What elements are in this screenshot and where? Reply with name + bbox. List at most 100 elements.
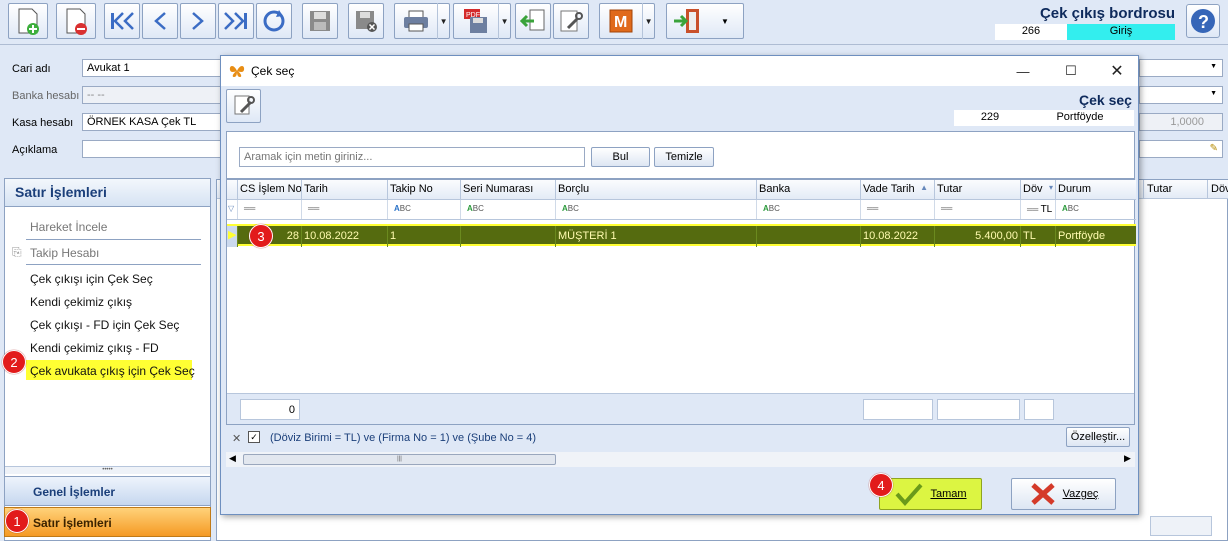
maximize-button[interactable]: ☐ bbox=[1048, 56, 1094, 86]
last-record-button[interactable] bbox=[218, 3, 254, 39]
ok-label: Tamam bbox=[930, 488, 967, 500]
temizle-button[interactable]: Temizle bbox=[654, 147, 714, 167]
cancel-label: Vazgeç bbox=[1062, 488, 1099, 500]
filter-dov-value: TL bbox=[1040, 204, 1053, 215]
next-icon bbox=[192, 12, 204, 30]
kasa-field[interactable]: ÖRNEK KASA Çek TL bbox=[82, 113, 227, 131]
refresh-button[interactable] bbox=[256, 3, 292, 39]
splitter-handle[interactable]: ••••• bbox=[5, 466, 210, 474]
search-input[interactable] bbox=[239, 147, 585, 167]
cell-tutar: 5.400,00 bbox=[935, 226, 1021, 247]
pdf-button[interactable]: PDF ▼ bbox=[453, 3, 511, 39]
rate-field[interactable]: 1,0000 bbox=[1139, 113, 1223, 131]
next-record-button[interactable] bbox=[180, 3, 216, 39]
column-header[interactable]: Durum bbox=[1056, 180, 1136, 199]
help-button[interactable]: ? bbox=[1186, 4, 1220, 38]
filter-cell[interactable]: ABC bbox=[388, 200, 461, 219]
report-m-button[interactable]: M ▼ bbox=[599, 3, 655, 39]
filter-cell[interactable]: ABC bbox=[1056, 200, 1136, 219]
row-indicator-header bbox=[227, 180, 238, 199]
banka-field[interactable]: -- -- bbox=[82, 86, 227, 104]
tools-button[interactable] bbox=[553, 3, 589, 39]
aciklama-label: Açıklama bbox=[12, 144, 58, 156]
ok-button[interactable]: Tamam bbox=[879, 478, 982, 510]
print-button[interactable]: ▼ bbox=[394, 3, 450, 39]
column-header[interactable]: Vade Tarih ▲ bbox=[861, 180, 935, 199]
toolbar-divider bbox=[0, 44, 1228, 45]
bg-dov-header: Döv bbox=[1211, 183, 1228, 195]
filter-cell[interactable]: ABC bbox=[556, 200, 757, 219]
cell-dov: TL bbox=[1021, 226, 1056, 247]
sidebar-item-kendi-cekimiz[interactable]: Kendi çekimiz çıkış bbox=[30, 295, 132, 309]
cek-grid: CS İşlem No Tarih Takip No Seri Numarası… bbox=[226, 179, 1136, 425]
exit-door-icon bbox=[674, 9, 699, 33]
butterfly-icon bbox=[229, 66, 245, 77]
close-button[interactable]: ✕ bbox=[1094, 56, 1140, 86]
save-close-button[interactable] bbox=[348, 3, 384, 39]
bul-button[interactable]: Bul bbox=[591, 147, 650, 167]
filter-cell[interactable]: ══ bbox=[238, 200, 302, 219]
sidebar-item-hareket-incele[interactable]: Hareket İncele bbox=[30, 220, 107, 234]
cari-field[interactable]: Avukat 1 bbox=[82, 59, 227, 77]
takip-icon: ⎘ bbox=[12, 245, 22, 259]
bg-tutar-header: Tutar bbox=[1147, 183, 1173, 195]
clear-filter-icon[interactable]: ✕ bbox=[232, 432, 241, 445]
column-header[interactable]: Seri Numarası bbox=[461, 180, 556, 199]
customize-filter-button[interactable]: Özelleştir... bbox=[1066, 427, 1130, 447]
sidebar-item-cek-cikisi[interactable]: Çek çıkışı için Çek Seç bbox=[30, 272, 153, 286]
horizontal-scrollbar[interactable]: ◀ ||| ▶ bbox=[226, 452, 1135, 467]
footer-tutar-summary bbox=[937, 399, 1020, 420]
column-header[interactable]: Takip No bbox=[388, 180, 461, 199]
filter-cell[interactable]: ══ bbox=[935, 200, 1021, 219]
nav-genel-islemler[interactable]: Genel İşlemler bbox=[4, 476, 211, 506]
checkmark-icon bbox=[895, 483, 923, 506]
filter-icon: ▾ bbox=[1048, 183, 1053, 192]
banka-dropdown[interactable]: ▼ bbox=[1139, 86, 1223, 104]
filter-enabled-checkbox[interactable]: ✓ bbox=[248, 431, 260, 443]
cari-dropdown[interactable]: ▼ bbox=[1139, 59, 1223, 77]
column-header[interactable]: CS İşlem No bbox=[238, 180, 302, 199]
aciklama-extra[interactable]: ✎ bbox=[1139, 140, 1223, 158]
dialog-tools-button[interactable] bbox=[226, 89, 261, 123]
filter-text[interactable]: (Döviz Birimi = TL) ve (Firma No = 1) ve… bbox=[270, 432, 536, 444]
column-header[interactable]: Banka bbox=[757, 180, 861, 199]
delete-document-button[interactable] bbox=[56, 3, 96, 39]
filter-cell[interactable]: ABC bbox=[461, 200, 556, 219]
chevron-down-icon: ▼ bbox=[1210, 63, 1217, 70]
column-header[interactable]: Borçlu bbox=[556, 180, 757, 199]
panel-title: Satır İşlemleri bbox=[5, 179, 210, 207]
sidebar-item-kendi-cekimiz-fd[interactable]: Kendi çekimiz çıkış - FD bbox=[30, 341, 159, 355]
footer-vade-summary bbox=[863, 399, 933, 420]
column-header[interactable]: Döv ▾ bbox=[1021, 180, 1056, 199]
scroll-right-icon[interactable]: ▶ bbox=[1124, 453, 1131, 464]
last-icon bbox=[224, 12, 247, 30]
filter-cell[interactable]: ══ bbox=[302, 200, 388, 219]
column-header[interactable]: Tutar bbox=[935, 180, 1021, 199]
save-button[interactable] bbox=[302, 3, 338, 39]
scroll-left-icon[interactable]: ◀ bbox=[229, 453, 236, 464]
minimize-button[interactable]: — bbox=[1000, 56, 1046, 86]
dov-header-label: Döv bbox=[1023, 183, 1043, 195]
new-document-button[interactable] bbox=[8, 3, 48, 39]
table-row[interactable]: ▶ 28 10.08.2022 1 MÜŞTERİ 1 10.08.2022 5… bbox=[227, 224, 1136, 247]
filter-cell[interactable]: ══ bbox=[861, 200, 935, 219]
column-header[interactable]: Tarih bbox=[302, 180, 388, 199]
previous-record-button[interactable] bbox=[142, 3, 178, 39]
scrollbar-thumb[interactable]: ||| bbox=[243, 454, 556, 465]
nav-satir-islemleri[interactable]: Satır İşlemleri bbox=[4, 507, 211, 537]
cancel-button[interactable]: Vazgeç bbox=[1011, 478, 1116, 510]
cell-durum: Portföyde bbox=[1058, 230, 1106, 242]
sort-ascending-icon: ▲ bbox=[920, 183, 928, 192]
dialog-count: 229 bbox=[954, 110, 1026, 126]
exit-button[interactable]: ▼ bbox=[666, 3, 744, 39]
filter-cell[interactable]: ══ TL bbox=[1021, 200, 1056, 219]
previous-icon bbox=[154, 12, 166, 30]
sidebar-item-takip-hesabi[interactable]: Takip Hesabı bbox=[30, 246, 99, 260]
first-icon bbox=[111, 12, 134, 30]
filter-cell[interactable]: ABC bbox=[757, 200, 861, 219]
aciklama-field[interactable] bbox=[82, 140, 227, 158]
first-record-button[interactable] bbox=[104, 3, 140, 39]
sidebar-item-cek-cikisi-fd[interactable]: Çek çıkışı - FD için Çek Seç bbox=[30, 318, 179, 332]
sidebar-item-cek-avukata[interactable]: Çek avukata çıkış için Çek Seç bbox=[30, 364, 195, 378]
import-button[interactable] bbox=[515, 3, 551, 39]
